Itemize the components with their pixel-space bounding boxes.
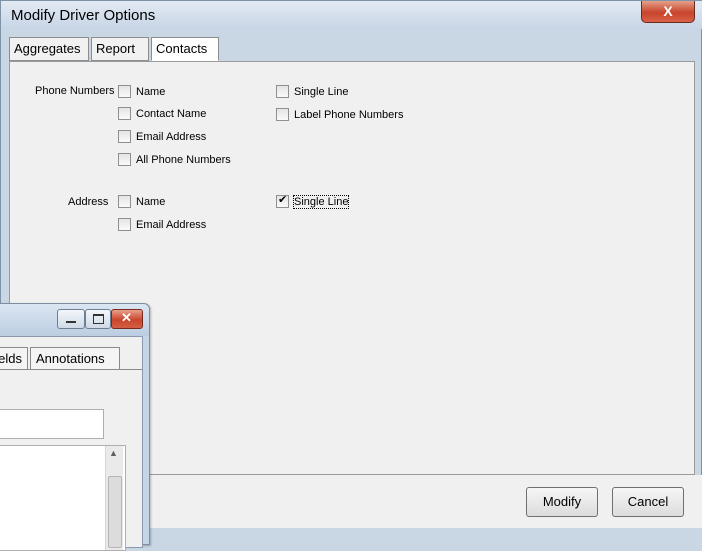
tab-annotations[interactable]: Annotations xyxy=(30,347,120,369)
background-window-title-bar[interactable]: ✕ xyxy=(0,304,149,336)
tab-aggregates[interactable]: Aggregates xyxy=(9,37,89,61)
phone-email-address-label: Email Address xyxy=(136,131,207,143)
scroll-up-icon[interactable]: ▲ xyxy=(109,448,118,458)
address-name-checkbox[interactable] xyxy=(118,195,131,208)
phone-email-address-checkbox[interactable] xyxy=(118,130,131,143)
tab-report[interactable]: Report xyxy=(91,37,149,61)
tab-divider xyxy=(0,369,142,370)
modify-button[interactable]: Modify xyxy=(526,487,598,517)
label-phone-numbers-checkbox[interactable] xyxy=(276,108,289,121)
phone-single-line-label: Single Line xyxy=(294,86,349,98)
background-list[interactable]: ▲ xyxy=(0,445,126,551)
title-bar[interactable]: Modify Driver Options X xyxy=(1,1,702,29)
minimize-icon xyxy=(66,321,76,323)
background-window-client: Fields Annotations ▲ xyxy=(0,336,143,551)
phone-name-checkbox[interactable] xyxy=(118,85,131,98)
background-window[interactable]: ✕ Fields Annotations ▲ xyxy=(0,303,150,551)
tab-fields[interactable]: Fields xyxy=(0,347,28,369)
label-phone-numbers-label: Label Phone Numbers xyxy=(294,109,404,121)
maximize-icon xyxy=(93,314,104,324)
background-close-button[interactable]: ✕ xyxy=(111,309,143,329)
close-button[interactable]: X xyxy=(641,1,695,23)
address-name-label: Name xyxy=(136,196,166,208)
background-text-field[interactable] xyxy=(0,409,104,439)
maximize-button[interactable] xyxy=(85,309,111,329)
dialog-title: Modify Driver Options xyxy=(11,7,156,24)
phone-all-phone-numbers-label: All Phone Numbers xyxy=(136,154,231,166)
scroll-thumb[interactable] xyxy=(108,476,122,548)
address-single-line-label: Single Line xyxy=(292,195,350,209)
minimize-button[interactable] xyxy=(57,309,85,329)
phone-name-label: Name xyxy=(136,86,166,98)
cancel-button[interactable]: Cancel xyxy=(612,487,684,517)
close-icon: X xyxy=(663,3,673,19)
phone-contact-name-checkbox[interactable] xyxy=(118,107,131,120)
tab-contacts[interactable]: Contacts xyxy=(151,37,219,61)
address-email-address-label: Email Address xyxy=(136,219,207,231)
address-email-address-checkbox[interactable] xyxy=(118,218,131,231)
phone-single-line-checkbox[interactable] xyxy=(276,85,289,98)
phone-numbers-label: Phone Numbers xyxy=(35,85,115,97)
close-icon: ✕ xyxy=(121,310,132,325)
phone-all-phone-numbers-checkbox[interactable] xyxy=(118,153,131,166)
address-label: Address xyxy=(68,196,109,208)
phone-contact-name-label: Contact Name xyxy=(136,108,207,120)
address-single-line-checkbox[interactable] xyxy=(276,193,289,208)
vertical-scrollbar[interactable]: ▲ xyxy=(105,446,123,550)
